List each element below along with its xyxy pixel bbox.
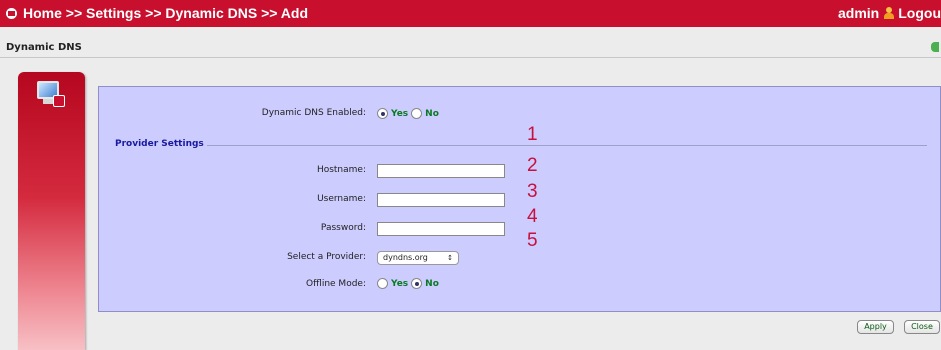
close-button[interactable]: Close [904, 320, 940, 334]
username-label: Username: [317, 194, 366, 204]
page-title-bar: Dynamic DNS [0, 38, 941, 58]
offline-mode-yes-radio[interactable] [377, 278, 388, 289]
annotation-1: 1 [527, 124, 538, 145]
ddns-enabled-radio-group: Yes No [377, 108, 442, 119]
refresh-icon[interactable] [931, 42, 939, 52]
section-divider [207, 145, 927, 146]
provider-label: Select a Provider: [287, 252, 366, 262]
annotation-2: 2 [527, 155, 538, 176]
offline-mode-yes-label[interactable]: Yes [391, 279, 408, 289]
annotation-4: 4 [527, 206, 538, 227]
provider-select-value: dyndns.org [383, 253, 428, 262]
username-input[interactable] [377, 193, 505, 207]
monitor-icon [37, 81, 65, 109]
user-icon [883, 7, 895, 19]
annotation-5: 5 [527, 230, 538, 251]
apply-button[interactable]: Apply [857, 320, 894, 334]
offline-mode-no-label[interactable]: No [425, 279, 439, 289]
offline-mode-label: Offline Mode: [306, 279, 366, 289]
breadcrumb[interactable]: Home >> Settings >> Dynamic DNS >> Add [6, 5, 308, 21]
username: admin [838, 5, 880, 21]
home-icon[interactable] [6, 7, 17, 19]
offline-mode-radio-group: Yes No [377, 278, 442, 289]
ddns-enabled-no-label[interactable]: No [425, 109, 439, 119]
provider-select[interactable]: dyndns.org ↕ [377, 251, 459, 265]
page-title: Dynamic DNS [6, 42, 82, 53]
password-input[interactable] [377, 222, 505, 236]
user-area: admin Logou [838, 5, 941, 21]
hostname-label: Hostname: [316, 165, 366, 175]
top-bar: Home >> Settings >> Dynamic DNS >> Add a… [0, 0, 941, 27]
ddns-enabled-yes-label[interactable]: Yes [391, 109, 408, 119]
annotation-3: 3 [527, 181, 538, 202]
sidebar [18, 72, 85, 350]
settings-panel: Dynamic DNS Enabled: Yes No Provider Set… [98, 86, 941, 312]
ddns-enabled-no-radio[interactable] [411, 108, 423, 119]
ddns-enabled-label: Dynamic DNS Enabled: [261, 108, 366, 118]
breadcrumb-text[interactable]: Home >> Settings >> Dynamic DNS >> Add [23, 5, 308, 21]
logout-link[interactable]: Logou [898, 5, 941, 21]
ddns-enabled-yes-radio[interactable] [377, 108, 388, 119]
offline-mode-no-radio[interactable] [411, 278, 423, 289]
hostname-input[interactable] [377, 164, 505, 178]
password-label: Password: [320, 223, 366, 233]
provider-settings-heading: Provider Settings [115, 139, 204, 149]
select-arrow-icon: ↕ [447, 254, 453, 262]
